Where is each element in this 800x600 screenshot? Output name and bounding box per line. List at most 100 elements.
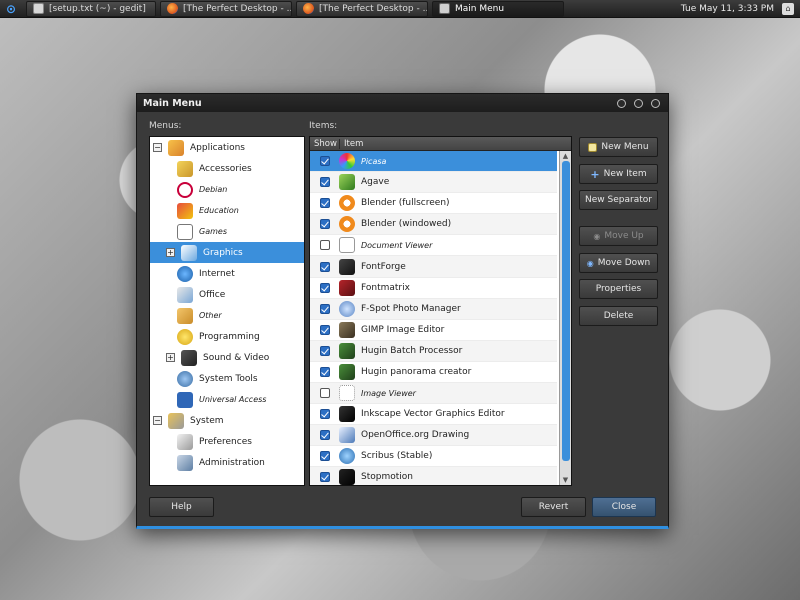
- move-up-button[interactable]: ◉ Move Up: [579, 226, 658, 246]
- taskbar-item-firefox-2[interactable]: [The Perfect Desktop - ...: [296, 0, 428, 17]
- item-row-blender-windowed[interactable]: Blender (windowed): [310, 214, 557, 236]
- hugin-icon: [339, 363, 355, 380]
- tree-item-debian[interactable]: Debian: [150, 179, 304, 200]
- oo-drawing-icon: [339, 427, 355, 444]
- item-row-fspot[interactable]: F-Spot Photo Manager: [310, 298, 557, 320]
- expand-icon[interactable]: +: [166, 353, 175, 362]
- taskbar-item-firefox-1[interactable]: [The Perfect Desktop - ...: [160, 0, 292, 17]
- show-checkbox[interactable]: [320, 240, 330, 251]
- programming-icon: [177, 328, 193, 345]
- item-row-hugin-batch[interactable]: Hugin Batch Processor: [310, 340, 557, 362]
- new-separator-button[interactable]: New Separator: [579, 190, 658, 210]
- preferences-icon: [177, 433, 193, 450]
- inkscape-icon: [339, 406, 355, 423]
- revert-button[interactable]: Revert: [521, 497, 586, 517]
- move-down-button[interactable]: ◉ Move Down: [579, 253, 658, 273]
- window-titlebar[interactable]: Main Menu: [137, 94, 668, 112]
- new-menu-button[interactable]: New Menu: [579, 137, 658, 157]
- menu-editor-icon: [439, 3, 450, 14]
- tree-item-graphics[interactable]: + Graphics: [150, 242, 304, 263]
- show-checkbox[interactable]: [320, 366, 330, 377]
- office-icon: [177, 286, 193, 303]
- item-row-blender-fullscreen[interactable]: Blender (fullscreen): [310, 193, 557, 215]
- scroll-up-icon[interactable]: ▲: [560, 151, 571, 161]
- item-row-scribus[interactable]: Scribus (Stable): [310, 446, 557, 468]
- maximize-icon[interactable]: [634, 98, 643, 108]
- taskbar-item-main-menu[interactable]: Main Menu: [432, 0, 564, 17]
- new-item-button[interactable]: + New Item: [579, 164, 658, 184]
- fspot-icon: [339, 300, 355, 317]
- item-row-oo-drawing[interactable]: OpenOffice.org Drawing: [310, 425, 557, 447]
- show-checkbox[interactable]: [320, 261, 330, 272]
- item-row-gimp[interactable]: GIMP Image Editor: [310, 320, 557, 341]
- show-checkbox[interactable]: [320, 303, 330, 314]
- item-row-document-viewer[interactable]: Document Viewer: [310, 235, 557, 257]
- close-icon[interactable]: [651, 98, 660, 108]
- show-checkbox[interactable]: [320, 219, 330, 230]
- tree-item-internet[interactable]: Internet: [150, 263, 304, 284]
- show-checkbox[interactable]: [320, 345, 330, 356]
- arrow-down-icon: ◉: [586, 258, 594, 268]
- collapse-icon[interactable]: −: [153, 143, 162, 152]
- administration-icon: [177, 454, 193, 471]
- tree-item-universal-access[interactable]: Universal Access: [150, 389, 304, 410]
- item-row-fontmatrix[interactable]: Fontmatrix: [310, 278, 557, 299]
- item-row-inkscape[interactable]: Inkscape Vector Graphics Editor: [310, 404, 557, 426]
- column-item[interactable]: Item: [340, 139, 363, 149]
- tree-item-other[interactable]: Other: [150, 305, 304, 326]
- show-checkbox[interactable]: [320, 388, 330, 399]
- item-row-fontforge[interactable]: FontForge: [310, 256, 557, 278]
- tree-item-games[interactable]: Games: [150, 221, 304, 242]
- expand-icon[interactable]: +: [166, 248, 175, 257]
- tree-item-sound-video[interactable]: + Sound & Video: [150, 347, 304, 368]
- clock[interactable]: Tue May 11, 3:33 PM: [681, 4, 782, 14]
- universal-access-icon: [177, 391, 193, 408]
- show-checkbox[interactable]: [320, 282, 330, 293]
- show-checkbox[interactable]: [320, 324, 330, 335]
- item-row-image-viewer[interactable]: Image Viewer: [310, 383, 557, 405]
- document-viewer-icon: [339, 237, 355, 254]
- tree-item-education[interactable]: Education: [150, 200, 304, 221]
- help-button[interactable]: Help: [149, 497, 214, 517]
- delete-button[interactable]: Delete: [579, 306, 658, 326]
- stopmotion-icon: [339, 469, 355, 485]
- item-row-stopmotion[interactable]: Stopmotion: [310, 467, 557, 485]
- tree-item-applications[interactable]: − Applications: [150, 137, 304, 158]
- item-row-hugin-panorama[interactable]: Hugin panorama creator: [310, 362, 557, 384]
- item-row-agave[interactable]: Agave: [310, 172, 557, 194]
- show-checkbox[interactable]: [320, 177, 330, 188]
- menus-tree[interactable]: − Applications Accessories Debian Educat…: [149, 136, 305, 486]
- arrow-up-icon: ◉: [593, 231, 601, 241]
- close-button[interactable]: Close: [592, 497, 656, 517]
- show-checkbox[interactable]: [320, 198, 330, 209]
- system-icon: [168, 412, 184, 429]
- minimize-icon[interactable]: [617, 98, 626, 108]
- tree-item-preferences[interactable]: Preferences: [150, 431, 304, 452]
- item-row-picasa[interactable]: Picasa: [310, 151, 557, 173]
- scrollbar-thumb[interactable]: [562, 161, 570, 461]
- sound-video-icon: [181, 349, 197, 366]
- show-checkbox[interactable]: [320, 472, 330, 483]
- main-menu-icon[interactable]: ⊙: [0, 0, 22, 18]
- internet-icon: [177, 265, 193, 282]
- properties-button[interactable]: Properties: [579, 279, 658, 299]
- gimp-icon: [339, 321, 355, 338]
- items-scrollbar[interactable]: ▲ ▼: [559, 151, 571, 485]
- scribus-icon: [339, 448, 355, 465]
- scroll-down-icon[interactable]: ▼: [560, 475, 571, 485]
- taskbar-item-gedit[interactable]: [setup.txt (~) - gedit]: [26, 0, 156, 17]
- tree-item-administration[interactable]: Administration: [150, 452, 304, 473]
- tree-item-system-tools[interactable]: System Tools: [150, 368, 304, 389]
- trash-icon[interactable]: ⌂: [782, 2, 794, 15]
- show-checkbox[interactable]: [320, 409, 330, 420]
- column-show[interactable]: Show: [310, 138, 340, 149]
- tree-item-accessories[interactable]: Accessories: [150, 158, 304, 179]
- tree-item-system[interactable]: − System: [150, 410, 304, 431]
- show-checkbox[interactable]: [320, 430, 330, 441]
- collapse-icon[interactable]: −: [153, 416, 162, 425]
- items-list[interactable]: Show Item Picasa Agave Blender (fullscre…: [309, 136, 572, 486]
- tree-item-programming[interactable]: Programming: [150, 326, 304, 347]
- show-checkbox[interactable]: [320, 451, 330, 462]
- show-checkbox[interactable]: [320, 156, 330, 167]
- tree-item-office[interactable]: Office: [150, 284, 304, 305]
